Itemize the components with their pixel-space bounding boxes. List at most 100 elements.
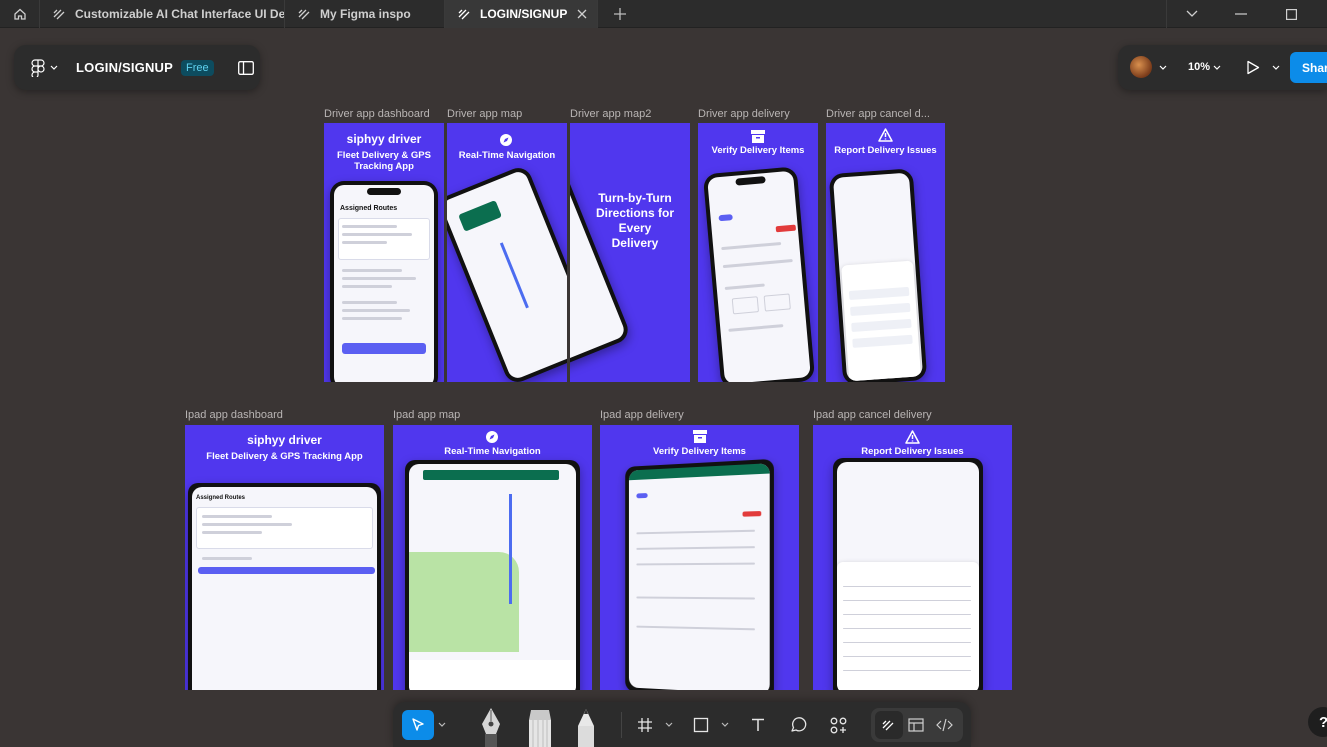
frame-label[interactable]: Driver app dashboard	[324, 108, 444, 120]
shape-tool-menu[interactable]	[719, 710, 731, 740]
placeholder-line	[342, 317, 402, 320]
frame-driver-app-cancel-delivery[interactable]: Report Delivery Issues	[826, 123, 945, 382]
pen-nib-icon	[482, 708, 500, 747]
draw-mode-icon[interactable]	[881, 718, 897, 732]
tab-figma-inspo[interactable]: My Figma inspo	[285, 0, 445, 28]
route-card	[196, 507, 373, 549]
tablet-mockup: Assigned Routes	[188, 483, 381, 690]
comment-tool-button[interactable]	[786, 710, 810, 740]
frame-driver-app-map[interactable]: Real-Time Navigation	[447, 123, 567, 382]
home-icon	[13, 8, 26, 20]
chevron-down-icon[interactable]	[1213, 64, 1221, 72]
archive-box-icon	[751, 130, 765, 143]
sidebar-toggle-icon[interactable]	[237, 60, 254, 75]
home-button[interactable]	[0, 0, 40, 28]
frame-driver-app-dashboard[interactable]: siphyy driver Fleet Delivery & GPS Track…	[324, 123, 444, 382]
placeholder-line	[636, 546, 755, 550]
file-name[interactable]: LOGIN/SIGNUP	[76, 60, 173, 75]
frame-ipad-app-delivery[interactable]: Verify Delivery Items	[600, 425, 799, 690]
frame-title: Real-Time Navigation	[444, 446, 541, 457]
frame-label[interactable]: Ipad app delivery	[600, 409, 799, 421]
frame-tool-button[interactable]	[633, 710, 657, 740]
move-tool-menu[interactable]	[436, 710, 448, 740]
chevron-down-icon	[438, 722, 446, 727]
dev-mode-icon[interactable]	[936, 718, 953, 732]
avatar[interactable]	[1130, 56, 1152, 78]
frame-tool-menu[interactable]	[663, 710, 675, 740]
chevron-down-icon[interactable]	[1159, 64, 1167, 72]
step-pill	[718, 214, 733, 222]
frame-ipad-app-map[interactable]: Real-Time Navigation	[393, 425, 592, 690]
brush-tool-button[interactable]	[525, 708, 555, 747]
phone-mockup: Assigned Routes	[330, 181, 438, 382]
share-button[interactable]: Share	[1290, 52, 1327, 83]
tab-login-signup[interactable]: LOGIN/SIGNUP	[445, 0, 598, 28]
frame-label[interactable]: Driver app delivery	[698, 108, 818, 120]
option-divider	[843, 586, 971, 587]
minimize-button[interactable]	[1216, 0, 1266, 28]
option-divider	[843, 614, 971, 615]
zoom-level[interactable]: 10%	[1188, 61, 1210, 73]
frame-title: Verify Delivery Items	[653, 446, 746, 457]
maximize-button[interactable]	[1266, 0, 1316, 28]
warning-icon	[905, 430, 920, 444]
option-divider	[843, 600, 971, 601]
frame-label[interactable]: Ipad app dashboard	[185, 409, 384, 421]
chevron-down-icon	[721, 722, 729, 727]
maximize-icon	[1285, 8, 1297, 20]
new-tab-icon[interactable]	[612, 6, 628, 22]
cursor-arrow-icon	[412, 718, 424, 731]
comment-bubble-icon	[790, 717, 806, 732]
chevron-down-icon[interactable]	[50, 64, 58, 72]
tablet-screen: Assigned Routes	[192, 487, 377, 690]
phone-mockup	[702, 166, 816, 382]
figma-file-icon	[298, 9, 310, 20]
plan-badge[interactable]: Free	[181, 59, 214, 76]
placeholder-line	[202, 523, 292, 526]
move-tool-button[interactable]	[402, 710, 434, 740]
tabs-dropdown-button[interactable]	[1166, 0, 1216, 28]
pen-tool-button[interactable]	[477, 706, 505, 747]
tab-label: LOGIN/SIGNUP	[480, 7, 568, 21]
route-path	[499, 242, 529, 309]
help-button[interactable]: ?	[1308, 707, 1327, 737]
text-tool-button[interactable]	[746, 710, 770, 740]
frame-label[interactable]: Driver app map2	[570, 108, 690, 120]
map-screen	[837, 462, 979, 690]
frame-label[interactable]: Driver app cancel d...	[826, 108, 945, 120]
chevron-down-icon[interactable]	[1272, 64, 1280, 72]
figma-file-icon	[53, 9, 65, 20]
park-area	[409, 552, 519, 652]
rectangle-tool-button[interactable]	[689, 710, 713, 740]
screen-heading: Assigned Routes	[196, 495, 246, 501]
phone-notch	[735, 176, 766, 186]
placeholder-line	[721, 241, 782, 251]
pencil-tool-button[interactable]	[573, 708, 599, 747]
frame-ipad-app-dashboard[interactable]: siphyy driver Fleet Delivery & GPS Track…	[185, 425, 384, 690]
slides-mode-icon[interactable]	[908, 718, 924, 732]
frame-title: Turn-by-Turn Directions for Every Delive…	[595, 191, 674, 250]
placeholder-line	[342, 269, 402, 272]
close-icon[interactable]	[575, 7, 589, 21]
archive-box-icon	[693, 430, 707, 443]
tab-ai-chat[interactable]: Customizable AI Chat Interface UI De	[40, 0, 285, 28]
frame-driver-app-map2[interactable]: Turn-by-Turn Directions for Every Delive…	[570, 123, 690, 382]
frame-label[interactable]: Ipad app cancel delivery	[813, 409, 1012, 421]
actions-tool-button[interactable]	[826, 710, 850, 740]
frame-ipad-app-cancel-delivery[interactable]: Report Delivery Issues	[813, 425, 1012, 690]
figma-logo-icon[interactable]	[30, 58, 46, 77]
map-screen	[447, 169, 567, 381]
continue-route-button	[342, 343, 426, 354]
play-icon[interactable]	[1246, 60, 1260, 75]
compass-icon	[500, 134, 512, 146]
frame-driver-app-delivery[interactable]: Verify Delivery Items	[698, 123, 818, 382]
warning-icon	[878, 128, 893, 142]
frame-label[interactable]: Driver app map	[447, 108, 567, 120]
placeholder-line	[342, 233, 412, 236]
phone-screen: Assigned Routes	[334, 185, 434, 382]
option-row	[850, 302, 911, 317]
placeholder-line	[342, 277, 416, 280]
chevron-down-icon	[1186, 10, 1197, 17]
option-row	[848, 286, 910, 301]
frame-label[interactable]: Ipad app map	[393, 409, 592, 421]
